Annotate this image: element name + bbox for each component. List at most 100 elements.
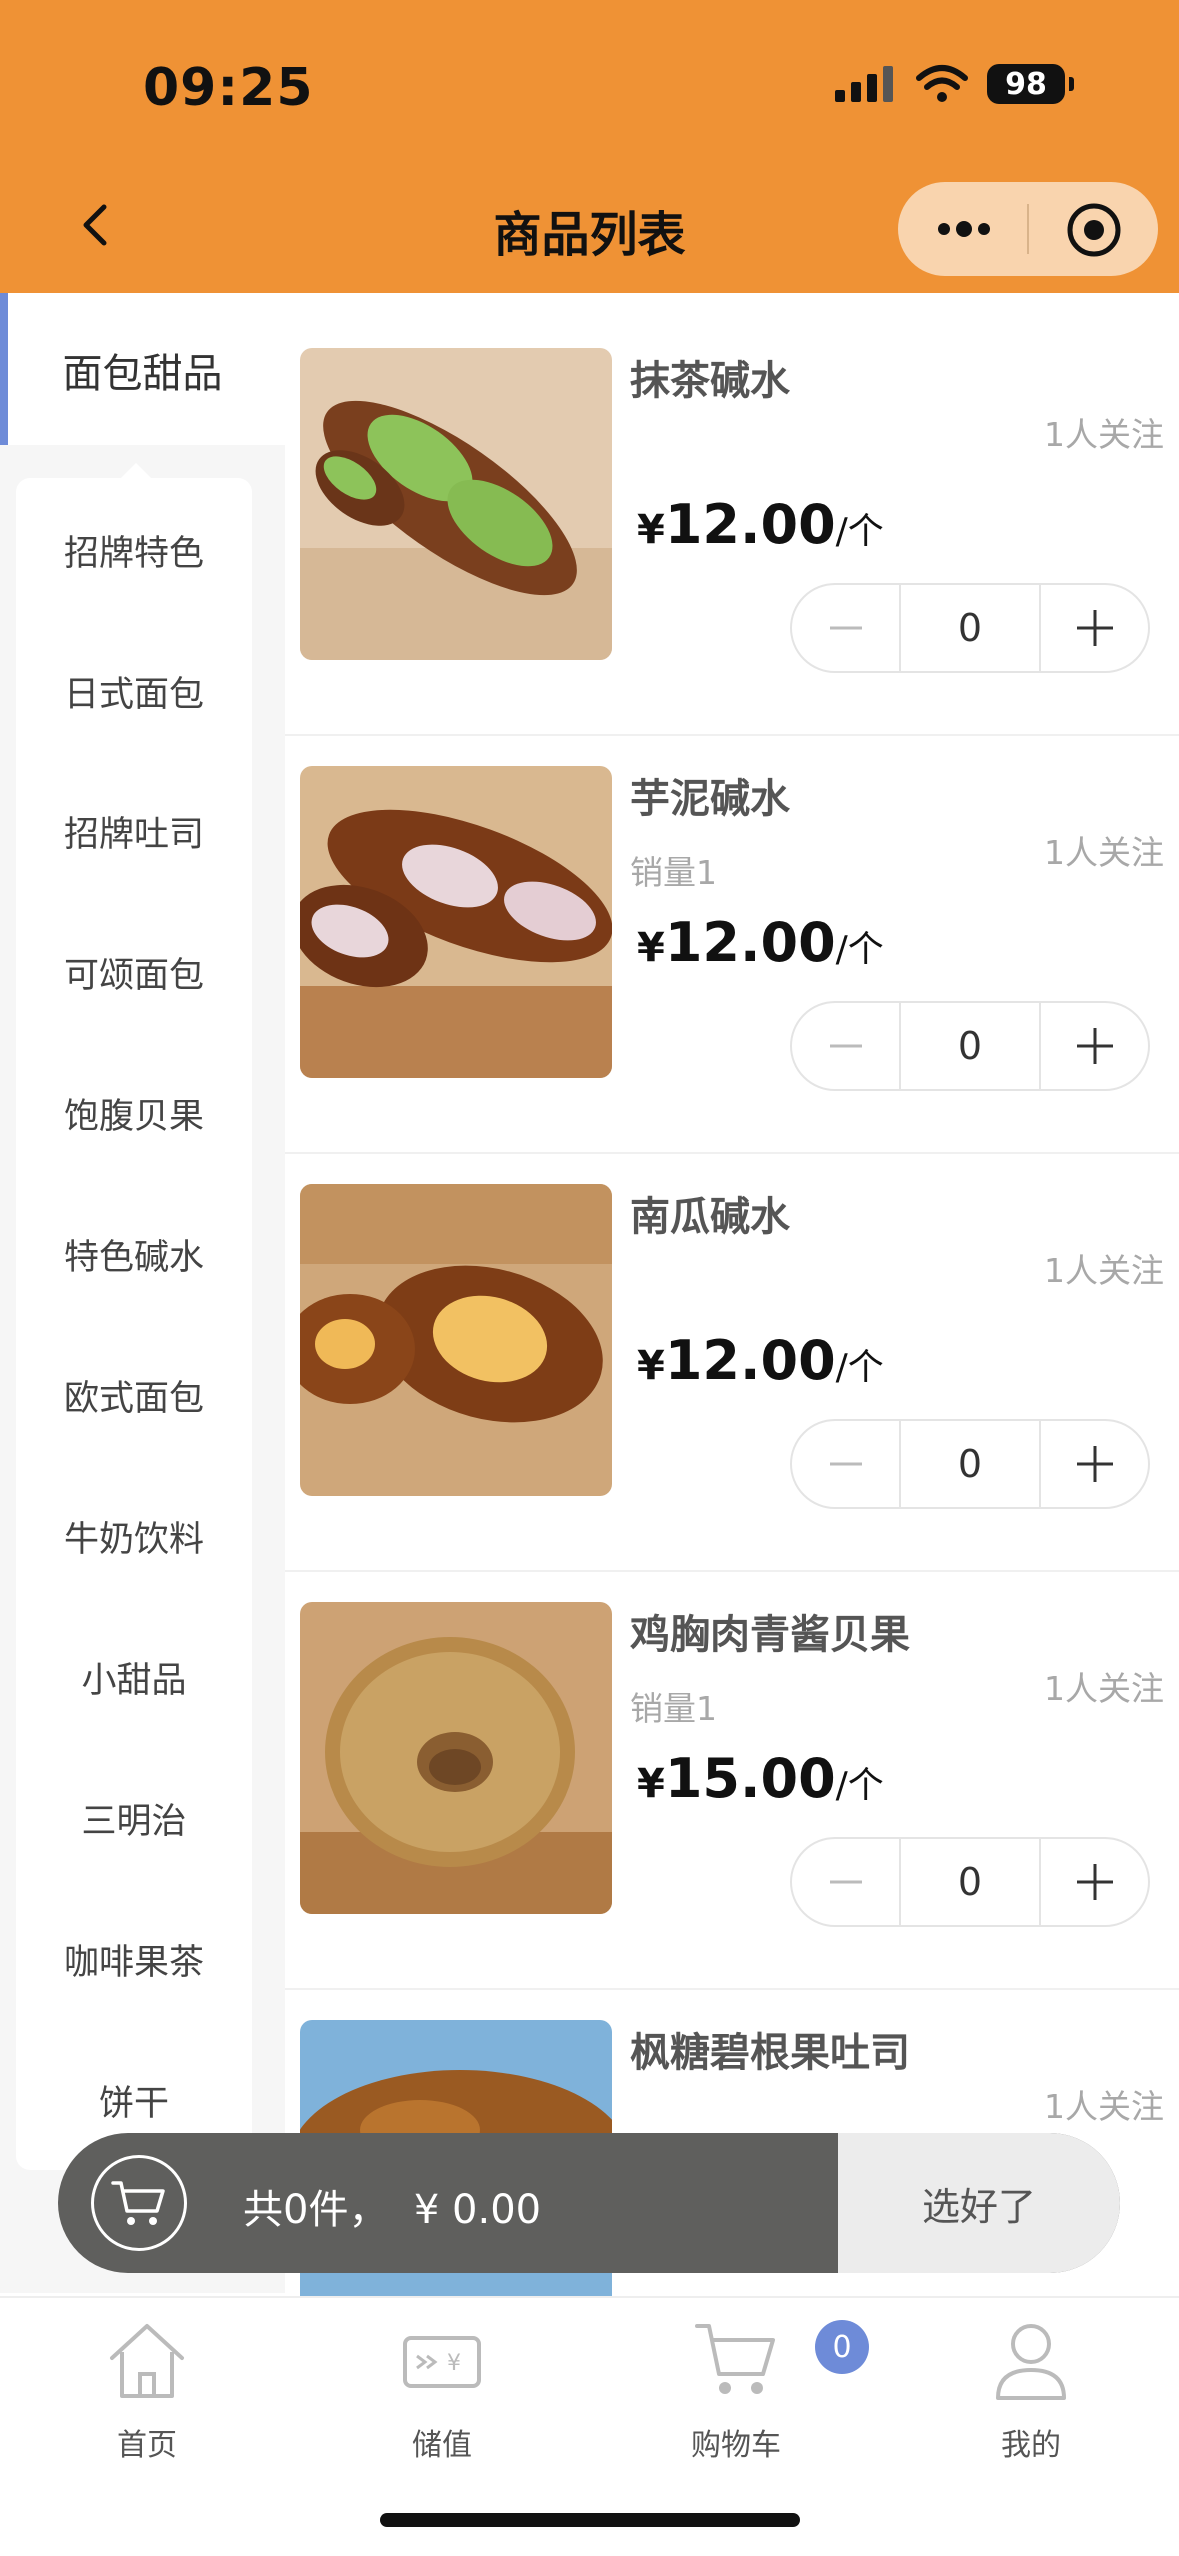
product-image[interactable]: [300, 348, 612, 660]
currency-symbol: ¥: [637, 1761, 665, 1807]
product-card[interactable]: 芋泥碱水 销量1 1人关注 ¥12.00/个 0: [285, 736, 1179, 1154]
product-name: 抹茶碱水: [630, 358, 790, 404]
tab-label: 首页: [117, 2428, 177, 2463]
decrease-button[interactable]: [792, 1839, 899, 1925]
product-name: 芋泥碱水: [630, 776, 790, 822]
plus-icon: [1076, 1028, 1113, 1064]
app-header: 09:25 98 商品列表: [0, 0, 1179, 293]
increase-button[interactable]: [1041, 585, 1148, 671]
product-card[interactable]: 抹茶碱水 1人关注 ¥12.00/个 0: [285, 318, 1179, 736]
product-image[interactable]: [300, 1184, 612, 1496]
decrease-button[interactable]: [792, 1003, 899, 1089]
increase-button[interactable]: [1041, 1839, 1148, 1925]
signal-icon: [835, 66, 893, 102]
cart-count-badge: 0: [815, 2320, 869, 2374]
product-image[interactable]: [300, 1602, 612, 1914]
product-follow-count: 1人关注: [1044, 1251, 1164, 1290]
price-unit: /个: [835, 929, 884, 970]
subcategory-item[interactable]: 可颂面包: [16, 947, 252, 998]
decrease-button[interactable]: [792, 585, 899, 671]
subcategory-item[interactable]: 小甜品: [16, 1652, 252, 1703]
battery-nub: [1069, 77, 1074, 91]
subcategory-panel-notch: [120, 463, 152, 479]
price-unit: /个: [835, 511, 884, 552]
product-sales: 销量1: [630, 1689, 717, 1728]
plus-icon: [1076, 610, 1113, 646]
quantity-value[interactable]: 0: [899, 1421, 1041, 1507]
subcategory-item[interactable]: 咖啡果茶: [16, 1934, 252, 1985]
quantity-value[interactable]: 0: [899, 1839, 1041, 1925]
price-amount: 12.00: [664, 911, 836, 974]
product-follow-count: 1人关注: [1044, 2087, 1164, 2126]
subcategory-item[interactable]: 招牌吐司: [16, 806, 252, 857]
tab-profile[interactable]: 我的: [931, 2316, 1131, 2464]
status-time: 09:25: [143, 58, 314, 118]
subcategory-item[interactable]: 招牌特色: [16, 525, 252, 576]
product-name: 鸡胸肉青酱贝果: [630, 1612, 910, 1658]
price-amount: 12.00: [664, 1329, 836, 1392]
price-amount: 12.00: [664, 493, 836, 556]
product-card[interactable]: 鸡胸肉青酱贝果 销量1 1人关注 ¥15.00/个 0: [285, 1572, 1179, 1990]
status-indicators: 98: [835, 64, 1074, 104]
category-active-label: 面包甜品: [62, 351, 223, 397]
minus-icon: [829, 1044, 862, 1048]
product-card[interactable]: 南瓜碱水 1人关注 ¥12.00/个 0: [285, 1154, 1179, 1572]
capsule-divider: [1027, 204, 1029, 254]
quantity-value[interactable]: 0: [899, 585, 1041, 671]
wifi-icon: [916, 65, 968, 102]
subcategory-panel: [16, 478, 252, 2170]
subcategory-item[interactable]: 日式面包: [16, 666, 252, 717]
product-image[interactable]: [300, 766, 612, 1078]
more-icon[interactable]: [934, 216, 994, 242]
tab-label: 我的: [1001, 2428, 1061, 2463]
minus-icon: [829, 1880, 862, 1884]
quantity-value[interactable]: 0: [899, 1003, 1041, 1089]
plus-icon: [1076, 1864, 1113, 1900]
tab-label: 储值: [412, 2428, 472, 2463]
tab-cart[interactable]: 购物车: [636, 2316, 836, 2464]
subcategory-item[interactable]: 特色碱水: [16, 1229, 252, 1280]
minus-icon: [829, 1462, 862, 1466]
subcategory-item[interactable]: 饼干: [16, 2075, 252, 2126]
checkout-button[interactable]: 选好了: [838, 2133, 1120, 2273]
cart-summary-bar: 共0件， ¥ 0.00 选好了: [58, 2133, 1120, 2273]
subcategory-item[interactable]: 三明治: [16, 1793, 252, 1844]
product-price: ¥12.00/个: [637, 911, 884, 974]
minus-icon: [829, 626, 862, 630]
svg-text:¥: ¥: [447, 2351, 461, 2376]
plus-icon: [1076, 1446, 1113, 1482]
price-amount: 15.00: [664, 1747, 836, 1810]
increase-button[interactable]: [1041, 1421, 1148, 1507]
product-price: ¥15.00/个: [637, 1747, 884, 1810]
quantity-stepper: 0: [790, 1837, 1150, 1927]
increase-button[interactable]: [1041, 1003, 1148, 1089]
cart-icon: [111, 2181, 165, 2225]
category-active-item[interactable]: 面包甜品: [0, 293, 285, 445]
quantity-stepper: 0: [790, 1001, 1150, 1091]
quantity-stepper: 0: [790, 583, 1150, 673]
home-icon: [110, 2324, 184, 2398]
tab-label: 购物车: [691, 2428, 781, 2463]
tab-home[interactable]: 首页: [47, 2316, 247, 2464]
product-follow-count: 1人关注: [1044, 1669, 1164, 1708]
subcategory-item[interactable]: 牛奶饮料: [16, 1511, 252, 1562]
subcategory-item[interactable]: 欧式面包: [16, 1370, 252, 1421]
close-target-icon[interactable]: [1066, 202, 1122, 258]
tab-stored-value[interactable]: ¥ 储值: [342, 2316, 542, 2464]
currency-symbol: ¥: [637, 507, 665, 553]
currency-symbol: ¥: [637, 925, 665, 971]
stored-value-icon: ¥: [403, 2336, 481, 2388]
cart-icon: [695, 2324, 775, 2394]
decrease-button[interactable]: [792, 1421, 899, 1507]
battery-indicator: 98: [987, 64, 1065, 104]
price-unit: /个: [835, 1765, 884, 1806]
product-follow-count: 1人关注: [1044, 415, 1164, 454]
cart-button[interactable]: [91, 2155, 187, 2251]
cart-total: 共0件， ¥ 0.00: [243, 2187, 542, 2233]
user-icon: [996, 2324, 1066, 2400]
currency-symbol: ¥: [637, 1343, 665, 1389]
subcategory-item[interactable]: 饱腹贝果: [16, 1088, 252, 1139]
product-sales: 销量1: [630, 853, 717, 892]
product-follow-count: 1人关注: [1044, 833, 1164, 872]
quantity-stepper: 0: [790, 1419, 1150, 1509]
